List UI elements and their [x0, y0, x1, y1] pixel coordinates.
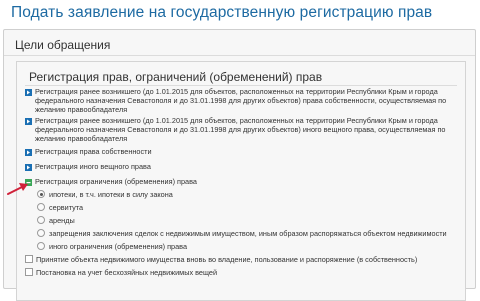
radio-button[interactable] [37, 190, 45, 198]
registration-section: Регистрация прав, ограничений (обременен… [16, 61, 466, 301]
option-line: федерального назначения Севастополя и до… [35, 95, 447, 105]
radio-label: иного ограничения (обременения) права [49, 242, 188, 251]
goals-panel-title: Цели обращения [15, 38, 111, 52]
registration-section-title: Регистрация прав, ограничений (обременен… [29, 70, 323, 84]
checkbox[interactable] [25, 268, 33, 276]
option-line: желанию правообладателя [35, 133, 128, 143]
option-line: Регистрация ранее возникшего (до 1.01.20… [35, 87, 438, 96]
expand-arrow-icon[interactable] [25, 118, 32, 125]
option-label: Регистрация ограничения (обременения) пр… [35, 177, 197, 186]
radio-button[interactable] [37, 229, 45, 237]
goals-panel: Цели обращения Регистрация прав, огранич… [3, 29, 476, 301]
registration-section-divider [25, 85, 457, 86]
checkbox-label: Принятие объекта недвижимого имущества в… [36, 255, 418, 264]
option-label: Регистрация права собственности [35, 147, 152, 156]
page-title: Подать заявление на государственную реги… [11, 4, 433, 21]
radio-button[interactable] [37, 203, 45, 211]
expand-arrow-icon[interactable] [25, 164, 32, 171]
radio-label: сервитута [49, 203, 84, 212]
checkbox-label: Постановка на учет бесхозяйных недвижимы… [36, 268, 218, 277]
option-line: федерального назначения Севастополя и до… [35, 124, 446, 134]
radio-label: ипотеки, в т.ч. ипотеки в силу закона [49, 190, 173, 199]
checkbox[interactable] [25, 255, 33, 263]
option-line: желанию правообладателя [35, 104, 128, 114]
red-arrow-icon [7, 183, 28, 195]
goals-panel-divider [4, 55, 475, 56]
radio-label: запрещения заключения сделок с недвижимы… [49, 229, 447, 238]
radio-label: аренды [49, 216, 75, 225]
option-label: Регистрация иного вещного права [35, 162, 151, 171]
radio-button[interactable] [37, 242, 45, 250]
option-line: Регистрация ранее возникшего (до 1.01.20… [35, 116, 438, 125]
expand-arrow-icon[interactable] [25, 89, 32, 96]
expand-arrow-icon[interactable] [25, 149, 32, 156]
radio-button[interactable] [37, 216, 45, 224]
